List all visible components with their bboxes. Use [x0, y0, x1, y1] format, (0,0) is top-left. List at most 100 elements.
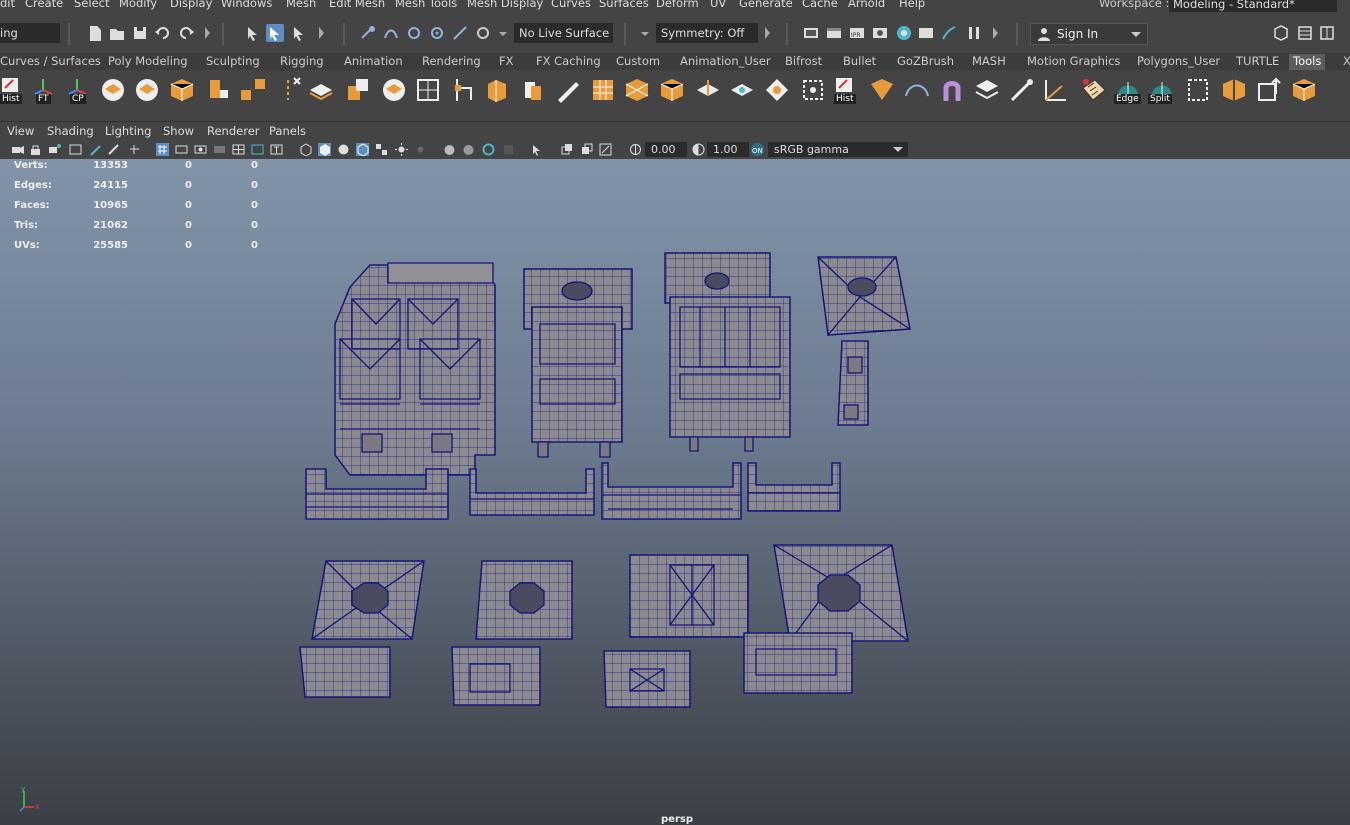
subdivide-icon[interactable] [589, 76, 617, 104]
stack-icon[interactable] [973, 76, 1001, 104]
menu-windows[interactable]: Windows [221, 0, 272, 10]
resolution-gate-icon[interactable] [194, 143, 207, 156]
wireframe-shading-icon[interactable] [299, 143, 312, 157]
xray-icon[interactable] [560, 143, 573, 156]
grid-icon[interactable] [128, 143, 141, 156]
collapse-arrow-icon[interactable] [205, 27, 210, 39]
select-hierarchy-icon[interactable] [244, 24, 262, 42]
mesh-octagon-plate-1[interactable] [299, 560, 425, 698]
open-scene-icon[interactable] [108, 24, 126, 42]
tab-turtle[interactable]: TURTLE [1232, 54, 1283, 70]
gamma-field[interactable]: 1.00 [707, 142, 749, 157]
save-scene-icon[interactable] [131, 24, 149, 42]
snap-together-icon[interactable] [474, 24, 492, 42]
snap-view-plane-icon[interactable] [428, 24, 446, 42]
poke-icon[interactable] [694, 76, 722, 104]
menu-generate[interactable]: Generate [739, 0, 793, 10]
freeze-transforms-icon[interactable]: FT [30, 76, 58, 104]
wedge-icon[interactable] [728, 76, 756, 104]
symmetry-field[interactable]: Symmetry: Off [656, 23, 758, 43]
menu-curves[interactable]: Curves [551, 0, 591, 10]
bounding-box-icon[interactable] [1184, 76, 1212, 104]
duplicate-face-icon[interactable] [519, 76, 547, 104]
combine-icon[interactable] [99, 76, 127, 104]
cube-2-icon[interactable] [1290, 76, 1318, 104]
mesh-wall-1[interactable] [305, 468, 449, 520]
smooth-shade-icon[interactable] [318, 143, 331, 156]
wireframe-icon[interactable] [156, 143, 169, 156]
scene-meshes[interactable] [0, 159, 1350, 825]
panel-menu-renderer[interactable]: Renderer [207, 124, 260, 138]
pause-render-icon[interactable] [965, 24, 983, 42]
sign-in-button[interactable]: Sign In [1030, 23, 1148, 45]
menu-edit-mesh[interactable]: Edit Mesh [329, 0, 385, 10]
grease-pencil-icon[interactable] [89, 143, 102, 156]
ipr-render-icon[interactable]: IPR [848, 24, 866, 42]
motion-blur-icon[interactable] [462, 143, 475, 156]
split-icon[interactable]: Split [1148, 76, 1176, 104]
use-all-lights-icon[interactable] [395, 143, 408, 156]
default-material-icon[interactable] [337, 143, 350, 156]
target-weld-icon[interactable] [799, 76, 827, 104]
snap-grid-icon[interactable] [359, 24, 377, 42]
tab-poly-modeling[interactable]: Poly Modeling [104, 54, 192, 70]
menu-select[interactable]: Select [74, 0, 109, 10]
hypershade-icon[interactable] [895, 24, 913, 42]
tab-fx-caching[interactable]: FX Caching [532, 54, 605, 70]
workspace-dropdown[interactable]: Modeling - Standard* [1169, 0, 1337, 12]
menu-help[interactable]: Help [899, 0, 925, 10]
tool-settings-icon[interactable] [1318, 24, 1336, 42]
menu-uv[interactable]: UV [710, 0, 726, 10]
dropdown-arrow-icon[interactable] [499, 32, 507, 36]
bevel-icon[interactable] [903, 76, 931, 104]
mesh-octagon-plate-3[interactable] [743, 544, 909, 694]
image-plane-icon[interactable] [69, 143, 82, 156]
tab-curves-surfaces[interactable]: Curves / Surfaces [0, 54, 105, 70]
tab-animation-user[interactable]: Animation_User [676, 54, 775, 70]
tab-fx[interactable]: FX [495, 54, 518, 70]
exposure-icon[interactable] [629, 143, 642, 156]
center-pivot-icon[interactable]: CP [64, 76, 92, 104]
camera-lock-icon[interactable] [29, 143, 42, 156]
uv-editor-icon[interactable] [1080, 76, 1108, 104]
color-management-icon[interactable]: ON [751, 143, 764, 156]
append-polygon-icon[interactable] [449, 76, 477, 104]
screen-space-ao-icon[interactable] [443, 143, 456, 156]
menu-arnold[interactable]: Arnold [848, 0, 885, 10]
move-pivot-icon[interactable] [1256, 76, 1284, 104]
smooth-icon[interactable] [380, 76, 408, 104]
tab-rigging[interactable]: Rigging [276, 54, 328, 70]
snap-point-icon[interactable] [405, 24, 423, 42]
dropdown-arrow-icon[interactable] [641, 32, 649, 36]
mesh-center-panel[interactable] [603, 554, 749, 708]
render-frame-icon[interactable] [825, 24, 843, 42]
undo-icon[interactable] [154, 24, 172, 42]
mesh-square-plate[interactable] [817, 256, 911, 336]
render-view-icon[interactable] [802, 24, 820, 42]
render-settings-icon[interactable] [871, 24, 889, 42]
multi-cut-icon[interactable] [414, 76, 442, 104]
menu-set-dropdown[interactable]: ing [0, 23, 60, 43]
tab-mash[interactable]: MASH [968, 54, 1010, 70]
cube-icon[interactable] [168, 76, 196, 104]
live-surface-field[interactable]: No Live Surface [514, 23, 613, 43]
redo-icon[interactable] [177, 24, 195, 42]
tab-bullet[interactable]: Bullet [839, 54, 880, 70]
tab-tools[interactable]: Tools [1289, 54, 1326, 70]
mesh-wall-3[interactable] [601, 462, 742, 520]
gate-mask-icon[interactable] [213, 143, 226, 156]
xray-joints-icon[interactable] [580, 143, 593, 156]
edit-edge-flow-icon[interactable] [1008, 76, 1036, 104]
panel-menu-show[interactable]: Show [163, 124, 194, 138]
camera-attributes-icon[interactable] [11, 143, 24, 156]
collapse-icon[interactable] [763, 76, 791, 104]
panel-menu-shading[interactable]: Shading [47, 124, 94, 138]
arnold-render-icon[interactable] [940, 24, 958, 42]
menu-surfaces[interactable]: Surfaces [599, 0, 649, 10]
film-gate-icon[interactable] [175, 143, 188, 156]
depth-of-field-icon[interactable] [502, 143, 515, 156]
mesh-panel-block[interactable] [664, 252, 791, 452]
safe-title-icon[interactable] [270, 143, 283, 156]
panel-menu-panels[interactable]: Panels [269, 124, 306, 138]
split-mesh-icon[interactable] [1220, 76, 1248, 104]
